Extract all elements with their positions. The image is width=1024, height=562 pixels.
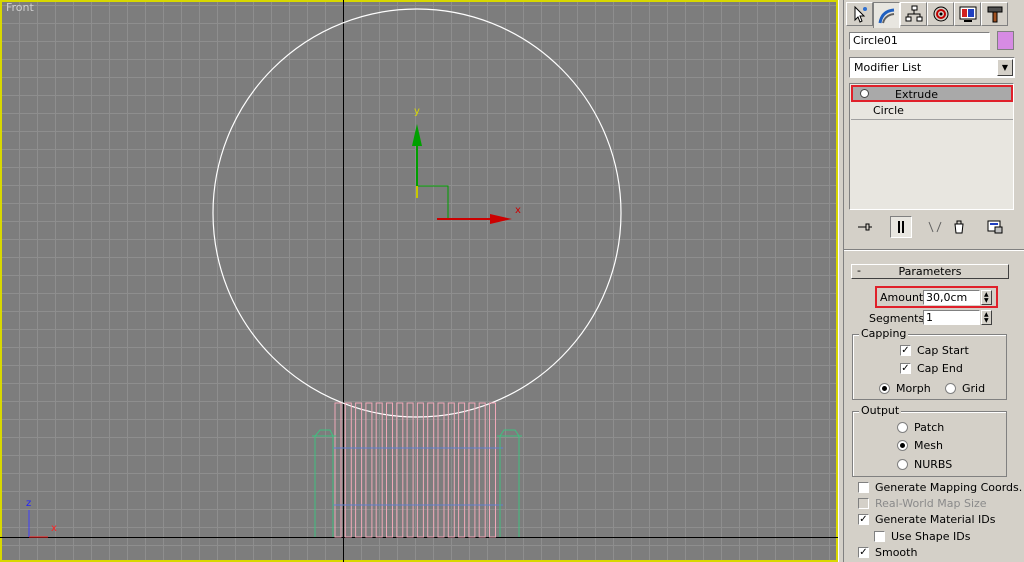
stack-item-circle[interactable]: Circle [851, 103, 1013, 120]
smooth-checkbox[interactable]: ✓ [858, 547, 869, 558]
gizmo-y-arrow [412, 124, 422, 146]
rollout-title: Parameters [898, 265, 962, 278]
command-panel: Circle01 Modifier List ▼ Extrude Circle … [844, 0, 1024, 562]
output-title: Output [859, 404, 902, 417]
segments-label: Segments: [869, 312, 928, 325]
corner-z-label: z [26, 498, 32, 509]
fence-picket [468, 402, 476, 538]
fence-picket [375, 402, 383, 538]
lightbulb-icon[interactable] [860, 89, 869, 98]
cap-start-checkbox[interactable]: ✓ [900, 345, 911, 356]
transform-gizmo [412, 124, 512, 224]
fence-pickets [334, 402, 496, 538]
fence-picket [489, 402, 496, 538]
cap-end-checkbox[interactable]: ✓ [900, 363, 911, 374]
corner-axis-tripod [28, 510, 48, 538]
generate-material-ids-label: Generate Material IDs [875, 513, 996, 526]
fence-picket [458, 402, 466, 538]
fence-picket [334, 402, 342, 538]
stack-item-label: Circle [873, 104, 904, 117]
fence-picket [447, 402, 455, 538]
modifier-list-label: Modifier List [854, 61, 922, 74]
pin-stack-icon[interactable] [854, 216, 876, 238]
gizmo-x-arrow [490, 214, 512, 224]
motion-icon[interactable] [927, 2, 954, 26]
show-end-result-icon[interactable] [890, 216, 912, 238]
mesh-radio[interactable] [897, 440, 908, 451]
amount-input[interactable]: 30,0cm [923, 290, 980, 305]
patch-radio[interactable] [897, 422, 908, 433]
cap-end-label: Cap End [917, 362, 963, 375]
hierarchy-icon[interactable] [900, 2, 927, 26]
patch-label: Patch [914, 421, 945, 434]
fence-picket [386, 402, 393, 538]
fence-picket [344, 402, 352, 538]
object-color-swatch[interactable] [997, 31, 1014, 50]
capping-title: Capping [859, 327, 909, 340]
real-world-label: Real-World Map Size [875, 497, 987, 510]
viewport-scene [0, 0, 838, 562]
object-name-field[interactable]: Circle01 [849, 32, 990, 50]
corner-x-label: x [51, 523, 57, 534]
fence-picket [355, 402, 363, 538]
morph-radio[interactable] [879, 383, 890, 394]
morph-label: Morph [896, 382, 931, 395]
mesh-label: Mesh [914, 439, 943, 452]
gizmo-x-label: x [515, 205, 521, 216]
separator [844, 249, 1024, 251]
front-viewport[interactable]: Front y x z x [0, 0, 838, 562]
circle-shape [212, 8, 622, 418]
nurbs-radio[interactable] [897, 459, 908, 470]
fence-picket [416, 402, 424, 538]
amount-label: Amount: [880, 291, 927, 304]
fence-picket [365, 402, 373, 538]
modifier-list-dropdown[interactable]: Modifier List ▼ [849, 57, 1015, 78]
generate-material-ids-checkbox[interactable]: ✓ [858, 514, 869, 525]
stack-item-label: Extrude [895, 88, 939, 101]
stack-item-extrude[interactable]: Extrude [851, 85, 1013, 102]
modifier-stack[interactable]: Extrude Circle [849, 83, 1014, 210]
generate-mapping-checkbox[interactable] [858, 482, 869, 493]
grid-label: Grid [962, 382, 986, 395]
parameters-rollout-header[interactable]: - Parameters [851, 264, 1009, 279]
make-unique-icon[interactable] [924, 216, 946, 238]
fence-post-left [314, 429, 334, 537]
nurbs-label: NURBS [914, 458, 953, 471]
amount-spinner[interactable]: ▲ ▼ [981, 290, 992, 305]
fence-post-right [499, 429, 520, 537]
real-world-checkbox[interactable] [858, 498, 869, 509]
use-shape-ids-checkbox[interactable] [874, 531, 885, 542]
remove-modifier-icon[interactable] [948, 216, 970, 238]
fence-picket [437, 402, 445, 538]
cap-start-label: Cap Start [917, 344, 969, 357]
fence-picket [396, 402, 404, 538]
chevron-down-icon[interactable]: ▼ [997, 59, 1013, 76]
fence-picket [478, 402, 486, 538]
segments-spinner[interactable]: ▲ ▼ [981, 310, 992, 325]
create-icon[interactable] [846, 2, 873, 26]
generate-mapping-label: Generate Mapping Coords. [875, 481, 1023, 494]
utilities-icon[interactable] [981, 2, 1008, 26]
fence-picket [406, 402, 414, 538]
gizmo-y-label: y [414, 106, 420, 117]
segments-input[interactable]: 1 [923, 310, 980, 325]
use-shape-ids-label: Use Shape IDs [891, 530, 971, 543]
configure-sets-icon[interactable] [984, 216, 1006, 238]
fence-picket [427, 402, 435, 538]
display-icon[interactable] [954, 2, 981, 26]
grid-radio[interactable] [945, 383, 956, 394]
modify-icon[interactable] [873, 2, 900, 28]
smooth-label: Smooth [875, 546, 918, 559]
